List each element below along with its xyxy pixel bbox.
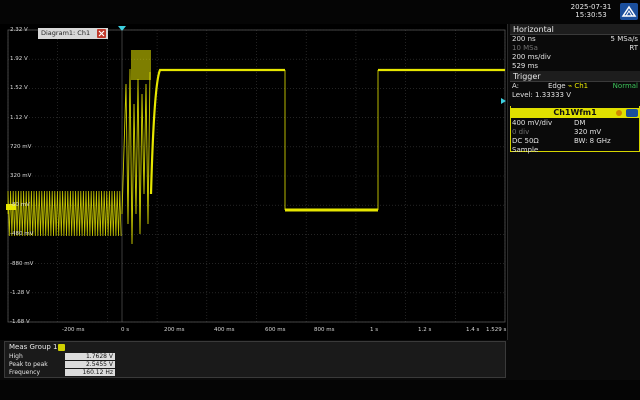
time-text: 15:30:53 (575, 11, 607, 19)
value: 0 div (512, 128, 530, 136)
trigger-source: A: (512, 82, 520, 90)
measurement-row[interactable]: High 1.7628 V (9, 353, 115, 360)
trigger-title[interactable]: Trigger (510, 71, 640, 82)
value: 400 mV/div (512, 119, 553, 127)
y-tick-label: 1.92 V (10, 56, 28, 63)
trigger-mode: Normal (612, 82, 638, 90)
grid-border (7, 29, 506, 323)
trigger-row[interactable]: A: Edge ⌁ Ch1 Normal (512, 82, 638, 91)
waveform-grid[interactable] (0, 24, 508, 340)
waveform-trace (131, 50, 151, 80)
top-bar: 2025-07-31 15:30:53 (0, 0, 640, 24)
measurement-group-icon[interactable] (58, 344, 65, 351)
brand-logo-icon[interactable] (620, 3, 638, 20)
y-tick-label: 1.12 V (10, 114, 28, 121)
value: Sample (512, 146, 539, 154)
measurement-row[interactable]: Frequency 160.12 Hz (9, 369, 115, 376)
channel-badge-icon[interactable] (626, 109, 638, 117)
diagram-tab[interactable]: Diagram1: Ch1 (38, 28, 109, 39)
value: DM (574, 119, 586, 127)
waveform-trace (7, 190, 122, 237)
trigger-level[interactable]: Level: 1.33333 V (512, 91, 638, 100)
diagram-title: Diagram1: Ch1 (41, 29, 91, 37)
x-tick-label: 1.4 s (466, 327, 480, 333)
measurement-title: Meas Group 1 (9, 343, 58, 351)
value: BW: 8 GHz (574, 137, 611, 145)
horizontal-row-1[interactable]: 200 ns 5 MSa/s (512, 35, 638, 44)
trigger-channel: Ch1 (574, 82, 589, 90)
bottom-bar (0, 380, 640, 400)
value: 200 ns (512, 35, 536, 43)
value: 320 mV (574, 128, 602, 136)
value: 200 ms/div (512, 53, 551, 61)
trigger-type-text: Edge (548, 82, 566, 90)
x-tick-label: 200 ms (164, 327, 185, 333)
y-tick-label: -480 mV (10, 231, 34, 238)
y-tick-label: -880 mV (10, 260, 34, 267)
x-tick-label: 1 s (370, 327, 379, 333)
pin-icon[interactable] (616, 110, 622, 116)
channel-row-4[interactable]: Sample (512, 146, 638, 155)
value: RT (629, 44, 638, 52)
value: DC 50Ω (512, 137, 539, 145)
x-tick-label: -200 ms (62, 327, 85, 333)
horizontal-row-2[interactable]: 10 MSa RT (512, 44, 638, 53)
horizontal-row-3[interactable]: 200 ms/div (512, 53, 638, 62)
channel-row-2[interactable]: 0 div 320 mV (512, 128, 638, 137)
x-tick-label: 800 ms (314, 327, 335, 333)
y-tick-label: 320 mV (10, 173, 32, 179)
y-tick-label: 720 mV (10, 143, 32, 150)
measurement-label: High (9, 353, 23, 360)
value: 529 ms (512, 62, 539, 70)
measurement-value: 2.5455 V (65, 361, 115, 368)
measurement-value: 160.12 Hz (65, 369, 115, 376)
y-tick-label: -1.68 V (10, 319, 30, 325)
measurement-label: Peak to peak (9, 361, 48, 368)
y-tick-label: 2.32 V (10, 27, 28, 33)
measurement-panel[interactable]: Meas Group 1 High 1.7628 V Peak to peak 2.… (4, 341, 506, 378)
value: 10 MSa (512, 44, 538, 52)
y-tick-label: -80 mV (10, 202, 30, 209)
measurement-label: Frequency (9, 369, 40, 376)
datetime-display: 2025-07-31 15:30:53 (566, 3, 616, 19)
x-tick-label: 1.2 s (418, 327, 432, 333)
x-tick-label: 400 ms (214, 327, 235, 333)
x-tick-label: 600 ms (265, 327, 286, 333)
y-tick-label: -1.28 V (10, 289, 30, 296)
close-icon[interactable] (97, 29, 107, 38)
edge-icon: ⌁ (567, 82, 573, 90)
measurement-value: 1.7628 V (65, 353, 115, 360)
diagram-area[interactable]: Diagram1: Ch1 2.32 V 1.92 V 1.52 V 1.12 V 72… (0, 24, 508, 340)
horizontal-title[interactable]: Horizontal (510, 24, 640, 35)
value: 5 MSa/s (610, 35, 638, 43)
x-tick-label: 1.529 s (486, 327, 507, 333)
date-text: 2025-07-31 (570, 3, 612, 11)
channel-row-3[interactable]: DC 50Ω BW: 8 GHz (512, 137, 638, 146)
channel-row-1[interactable]: 400 mV/div DM (512, 119, 638, 128)
trigger-type: Edge ⌁ Ch1 (548, 82, 588, 91)
measurement-row[interactable]: Peak to peak 2.5455 V (9, 361, 115, 368)
right-panel: Horizontal 200 ns 5 MSa/s 10 MSa RT 200 ms… (510, 24, 640, 340)
y-tick-label: 1.52 V (10, 85, 28, 92)
x-tick-label: 0 s (121, 327, 130, 333)
horizontal-row-4[interactable]: 529 ms (512, 62, 638, 71)
waveform-trace (121, 68, 151, 245)
